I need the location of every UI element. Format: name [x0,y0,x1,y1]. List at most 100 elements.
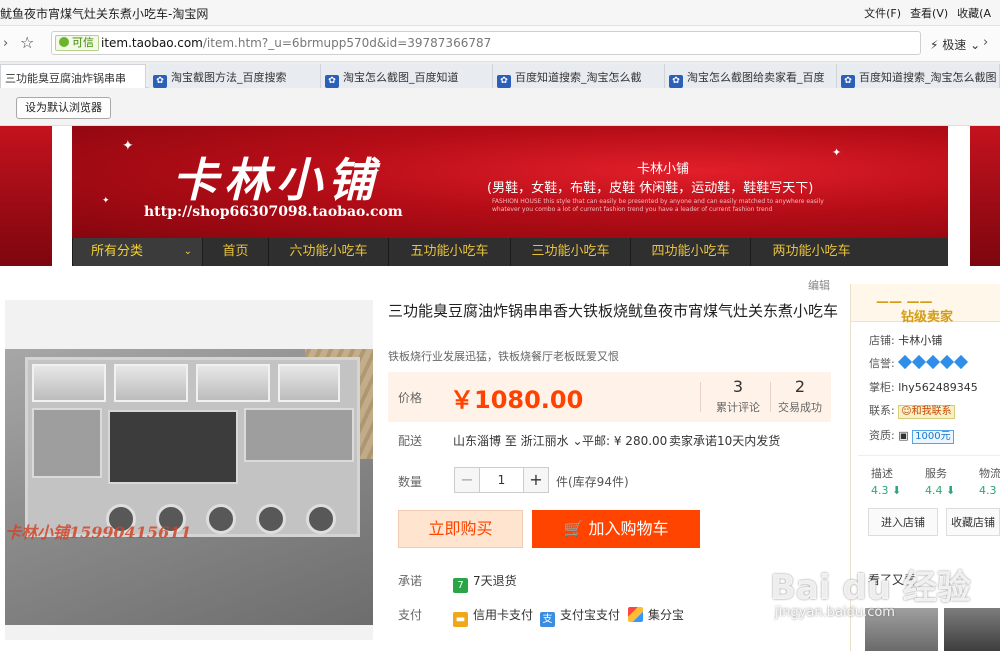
sparkle-icon: ✦ [102,196,110,206]
banner-right-edge [970,126,1000,266]
promise-badge[interactable]: 7 7天退货 [453,572,517,593]
seller-qualification: 资质: ▣ 1000元 [869,427,954,444]
add-to-cart-button[interactable]: 🛒 加入购物车 [532,510,700,548]
banner-fashion-text: FASHION HOUSE this style that can easily… [492,198,824,213]
menu-favorites[interactable]: 收藏(A [957,7,991,20]
lightning-icon: ⚡ [930,38,939,52]
speed-mode-button[interactable]: ⚡ 极速 ⌄ [930,36,980,53]
menu-view[interactable]: 查看(V) [910,7,948,20]
minus-button[interactable]: − [455,468,480,492]
payment-label: 支付 [398,608,423,622]
notification-bar: 设为默认浏览器 [0,88,1000,126]
pay-credit-card[interactable]: ▬ 信用卡支付 [453,606,533,627]
pay-jifenbao[interactable]: 集分宝 [628,606,684,623]
seven-day-return-icon: 7 [453,578,468,593]
baidu-jingyan-url: jingyan.baidu.com [775,605,895,620]
baidu-jingyan-logo: Bai du 经验 [770,568,971,608]
url-box[interactable]: 可信 item.taobao.com/item.htm?_u=6brmupp57… [51,31,921,55]
diamond-rating-icon [898,354,969,370]
alipay-icon: 支 [540,612,555,627]
seller-credit: 信誉: [869,354,969,371]
enter-shop-button[interactable]: 进入店铺 [868,508,938,536]
baidu-paw-icon: ✿ [153,75,167,88]
menu-file[interactable]: 文件(F) [864,7,901,20]
baidu-paw-icon: ✿ [497,75,511,88]
nav-two-function[interactable]: 两功能小吃车 [750,238,872,266]
tab-product[interactable]: 三功能臭豆腐油炸锅串串 [0,64,146,88]
nav-home[interactable]: 首页 [202,238,268,266]
banner-brand: 卡林小铺 [172,153,380,207]
stock-text: 件(库存94件) [556,475,629,489]
tab-search-5[interactable]: ✿ 百度知道搜索_淘宝怎么截图 [837,64,1000,88]
seller-owner: 掌柜: lhy562489345 [869,381,978,394]
price-value: ￥1080.00 [450,386,584,414]
shipping-route[interactable]: 山东淄博 至 浙江丽水 ⌄ [453,432,583,449]
trusted-badge[interactable]: 可信 [55,35,99,51]
nav-five-function[interactable]: 五功能小吃车 [388,238,510,266]
jifenbao-icon [628,607,643,622]
contact-seller-button[interactable]: ☺和我联系 [898,405,955,419]
buy-now-button[interactable]: 立即购买 [398,510,523,548]
id-card-icon: ▣ [898,429,909,442]
sparkle-icon: ✦ [832,146,842,159]
banner-url: http://shop66307098.taobao.com [144,204,403,220]
tab-search-3[interactable]: ✿ 百度知道搜索_淘宝怎么截 [493,64,665,88]
quantity-stepper: − 1 + [454,467,549,493]
cart-icon: 🛒 [563,519,584,538]
nav-four-function[interactable]: 四功能小吃车 [630,238,750,266]
quantity-input[interactable]: 1 [480,473,523,487]
reviews-stat[interactable]: 3 累计评论 [708,377,768,415]
baidu-paw-icon: ✿ [669,75,683,88]
shop-banner[interactable]: ✦ ✦ ✦ ✦ 卡林小铺 http://shop66307098.taobao.… [72,126,948,238]
tab-strip: 三功能臭豆腐油炸锅串串 ✿ 淘宝截图方法_百度搜索 ✿ 淘宝怎么截图_百度知道 ✿ 百… [0,62,1000,88]
banner-slogan: (男鞋，女鞋，布鞋，皮鞋 休闲鞋，运动鞋，鞋鞋写天下) [487,181,814,196]
shipping-promise: 卖家承诺10天内发货 [669,434,781,448]
favorite-shop-button[interactable]: 收藏店铺 [946,508,1000,536]
pay-alipay[interactable]: 支支付宝支付 [540,606,620,627]
rating-logistics: 物流4.3 ⬇ [979,467,1000,497]
star-icon[interactable]: ☆ [20,33,34,52]
chevron-right-icon[interactable]: › [983,35,988,50]
menu-bar: 文件(F) 查看(V) 收藏(A [864,5,1000,21]
set-default-browser-button[interactable]: 设为默认浏览器 [16,97,111,119]
banner-left-edge [0,126,52,266]
product-image[interactable]: 卡林小铺15990415611 [5,349,373,625]
cooker-illustration [25,357,360,537]
credit-card-icon: ▬ [453,612,468,627]
url-text[interactable]: item.taobao.com/item.htm?_u=6brmupp570d&… [101,36,491,50]
deposit-badge[interactable]: 1000元 [912,430,954,444]
price-box: 价格 ￥1080.00 3 累计评论 2 交易成功 [388,372,831,422]
baidu-paw-icon: ✿ [841,75,855,88]
shield-icon [59,37,69,47]
sparkle-icon: ✦ [122,138,134,154]
griddle [108,410,238,484]
tab-search-4[interactable]: ✿ 淘宝怎么截图给卖家看_百度 [665,64,837,88]
image-watermark: 卡林小铺15990415611 [5,523,192,542]
tab-search-2[interactable]: ✿ 淘宝怎么截图_百度知道 [321,64,493,88]
nav-all-categories[interactable]: 所有分类 ⌄ [72,238,202,266]
shipping-fee: 平邮: ¥ 280.00 [582,434,668,448]
window-title: 鱿鱼夜市宵煤气灶关东煮小吃车-淘宝网 [0,7,209,21]
product-title: 三功能臭豆腐油炸锅串串香大铁板烧鱿鱼夜市宵煤气灶关东煮小吃车 [388,302,839,320]
back-arrow-icon[interactable]: › [3,36,8,51]
nav-three-function[interactable]: 三功能小吃车 [510,238,630,266]
nav-six-function[interactable]: 六功能小吃车 [268,238,388,266]
seller-level-header: —— 钻级卖家 —— [851,284,1000,325]
plus-button[interactable]: + [523,468,548,492]
product-subtitle: 铁板烧行业发展迅猛，铁板烧餐厅老板既爱又恨 [388,350,619,363]
banner-shop-name: 卡林小铺 [637,162,690,177]
deals-stat[interactable]: 2 交易成功 [770,377,830,415]
window-titlebar: 鱿鱼夜市宵煤气灶关东煮小吃车-淘宝网 文件(F) 查看(V) 收藏(A [0,0,1000,26]
related-thumbnail[interactable] [944,608,1000,651]
edit-link[interactable]: 编辑 [808,277,830,293]
rating-service: 服务 4.4 ⬇ [925,467,956,497]
seller-contact: 联系: ☺和我联系 [869,402,955,419]
seller-shop: 店铺: 卡林小铺 [869,334,943,347]
price-label: 价格 [398,391,423,405]
baidu-paw-icon: ✿ [325,75,339,88]
tab-search-1[interactable]: ✿ 淘宝截图方法_百度搜索 [149,64,321,88]
promise-label: 承诺 [398,574,423,588]
shipping-label: 配送 [398,434,423,448]
rating-description: 描述 4.3 ⬇ [871,467,902,497]
shop-nav: 所有分类 ⌄ 首页 六功能小吃车 五功能小吃车 三功能小吃车 四功能小吃车 两功能… [72,238,948,266]
